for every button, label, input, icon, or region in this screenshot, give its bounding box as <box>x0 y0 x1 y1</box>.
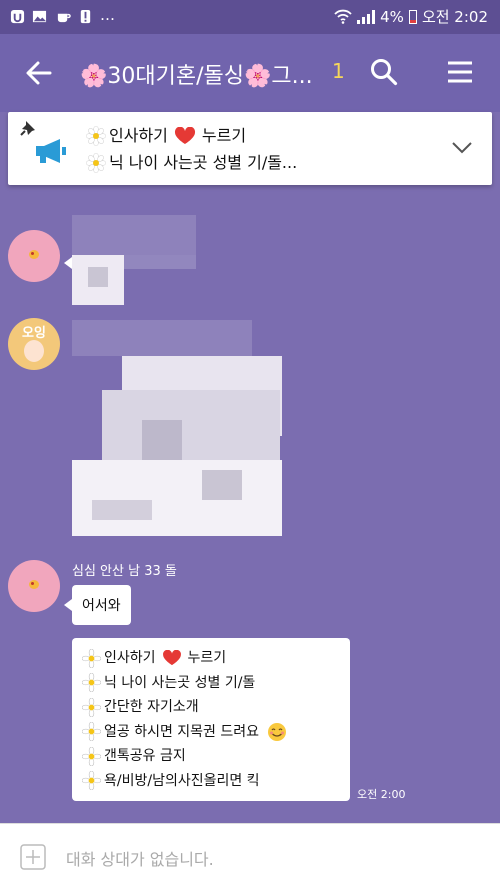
bubble-tail <box>64 599 72 611</box>
alert-icon <box>80 9 91 24</box>
chat-header: 🌸30대기혼/돌싱🌸그... 1 <box>0 34 500 112</box>
message-line: 누르기 <box>187 650 227 666</box>
status-bar: … 4% 오전 2:02 <box>0 0 500 34</box>
daisy-icon <box>82 771 101 791</box>
message-text: 어서와 <box>82 598 121 614</box>
daisy-icon <box>86 125 106 146</box>
battery-percent: 4% <box>380 7 404 26</box>
plus-icon[interactable] <box>20 844 46 870</box>
notice-text: 인사하기 누르기 닉 나이 사는곳 성별 기/돌... <box>86 122 297 176</box>
daisy-icon <box>82 746 101 766</box>
heart-icon <box>174 126 195 144</box>
daisy-icon <box>82 673 101 693</box>
megaphone-icon <box>36 139 66 163</box>
image-icon <box>32 10 47 23</box>
message-input[interactable]: 대화 상대가 없습니다. <box>66 846 214 870</box>
more-icon: … <box>100 6 115 24</box>
heart-icon <box>162 650 181 666</box>
message-input-bar: 대화 상대가 없습니다. <box>0 823 500 889</box>
smile-emoji-icon <box>268 722 287 741</box>
notice-line1-prefix: 인사하기 <box>109 126 168 145</box>
blurred-image-message[interactable] <box>72 215 196 305</box>
message-line: 간단한 자기소개 <box>104 699 199 715</box>
chat-room-title[interactable]: 🌸30대기혼/돌싱🌸그... <box>80 58 313 90</box>
blurred-image-message[interactable] <box>72 320 284 538</box>
chevron-down-icon[interactable] <box>450 137 474 157</box>
pin-icon <box>20 121 35 136</box>
battery-icon <box>408 9 417 24</box>
member-count: 1 <box>332 59 345 83</box>
message-bubble[interactable]: 어서와 <box>72 585 131 625</box>
bubble-tail <box>64 257 72 269</box>
notice-line2: 닉 나이 사는곳 성별 기/돌... <box>109 153 298 172</box>
arrow-left-icon[interactable] <box>22 56 56 90</box>
avatar-label: 오잉 <box>22 326 46 341</box>
message-bubble[interactable]: 인사하기 누르기 닉 나이 사는곳 성별 기/돌 간단한 자기소개 얼공 하시면… <box>72 638 350 801</box>
message-line: 욕/비방/남의사진올리면 킥 <box>104 772 260 789</box>
wifi-icon <box>334 9 352 24</box>
daisy-icon <box>82 697 101 717</box>
message-line: 얼공 하시면 지목권 드려요 <box>104 723 260 740</box>
daisy-icon <box>86 152 106 173</box>
sender-name: 심심 안산 남 33 돌 <box>72 564 177 579</box>
avatar[interactable]: 오잉 <box>8 318 60 370</box>
clock: 오전 2:02 <box>421 8 488 26</box>
message-line: 닉 나이 사는곳 성별 기/돌 <box>104 674 256 691</box>
notice-banner[interactable]: 인사하기 누르기 닉 나이 사는곳 성별 기/돌... <box>8 112 492 185</box>
notice-line1-suffix: 누르기 <box>201 126 247 145</box>
message-line: 갠톡공유 금지 <box>104 748 186 764</box>
daisy-icon <box>82 648 101 668</box>
search-icon[interactable] <box>368 56 400 88</box>
message-timestamp: 오전 2:00 <box>357 788 406 801</box>
sync-icon <box>10 9 25 24</box>
avatar[interactable] <box>8 230 60 282</box>
daisy-icon <box>82 722 101 742</box>
coffee-icon <box>57 13 71 23</box>
hamburger-menu-icon[interactable] <box>446 58 474 86</box>
message-line: 인사하기 <box>104 650 156 666</box>
avatar[interactable] <box>8 560 60 612</box>
signal-icon <box>357 9 376 24</box>
